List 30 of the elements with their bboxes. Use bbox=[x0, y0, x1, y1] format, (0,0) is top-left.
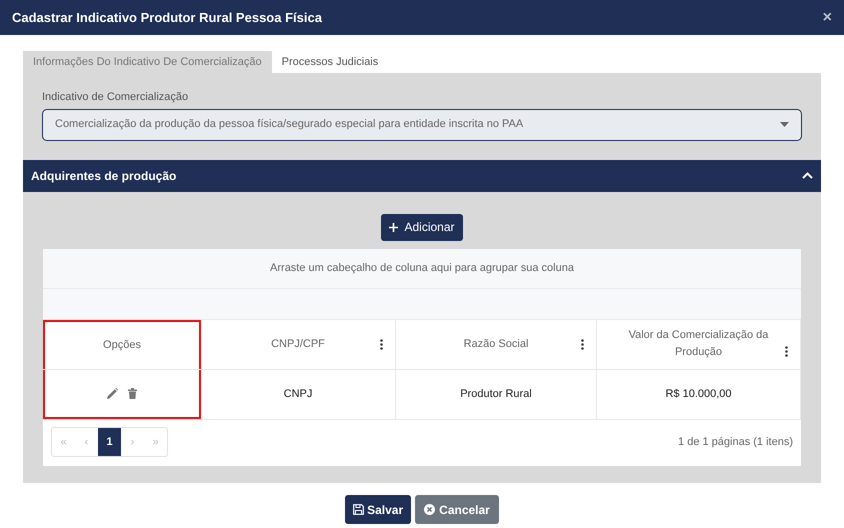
save-button[interactable]: Salvar bbox=[345, 495, 412, 524]
trash-icon[interactable] bbox=[128, 388, 137, 398]
close-circle-icon bbox=[424, 504, 436, 515]
table-cell: Produtor Rural bbox=[396, 370, 597, 418]
select-field[interactable]: Comercialização da produção da pessoa física/segurado especial para entidade inscrita no PAA bbox=[42, 108, 802, 140]
tab[interactable]: Informações Do Indicativo De Comercialização bbox=[23, 51, 272, 73]
window-title: Cadastrar Indicativo Produtor Rural Pessoa Física bbox=[12, 8, 322, 27]
floppy-disk-icon bbox=[353, 504, 364, 515]
table-cell: R$ 10.000,00 bbox=[597, 370, 801, 418]
kebab-menu-icon[interactable] bbox=[380, 338, 383, 350]
column-header[interactable]: Valor da Comercialização da Produção bbox=[597, 320, 801, 368]
kebab-menu-icon[interactable] bbox=[581, 338, 584, 350]
column-header[interactable]: Razão Social bbox=[396, 320, 597, 368]
cancel-button[interactable]: Cancelar bbox=[415, 495, 499, 524]
add-button[interactable]: Adicionar bbox=[381, 214, 463, 240]
column-header[interactable]: Opções bbox=[43, 320, 201, 368]
group-hint: Arraste um cabeçalho de coluna aqui para agrupar sua coluna bbox=[270, 260, 574, 276]
close-button[interactable]: × bbox=[822, 10, 832, 26]
kebab-menu-icon[interactable] bbox=[785, 346, 788, 356]
edit-pencil-icon[interactable] bbox=[107, 388, 118, 398]
chevron-up-icon bbox=[802, 172, 813, 179]
column-header[interactable]: CNPJ/CPF bbox=[201, 320, 396, 368]
plus-icon bbox=[389, 222, 398, 232]
section-header[interactable]: Adquirentes de produção bbox=[23, 160, 821, 192]
table-cell: CNPJ bbox=[201, 370, 396, 418]
section-title: Adquirentes de produção bbox=[31, 168, 176, 184]
field-label: Indicativo de Comercialização bbox=[42, 90, 190, 105]
pager-button[interactable]: 1 bbox=[98, 428, 121, 456]
page-info: 1 de 1 páginas (1 itens) bbox=[678, 434, 793, 450]
dropdown-caret-icon bbox=[780, 122, 789, 127]
